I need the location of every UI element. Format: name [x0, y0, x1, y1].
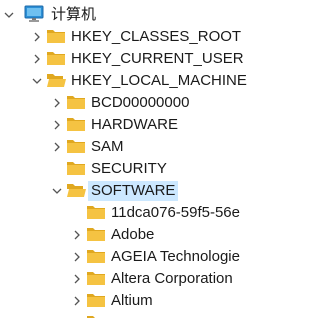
folder-icon: [87, 228, 105, 241]
tree-item-hkey-local-machine[interactable]: HKEY_LOCAL_MACHINE: [0, 70, 261, 92]
tree-item-sam[interactable]: SAM: [0, 136, 261, 158]
tree-item-security[interactable]: SECURITY: [0, 158, 261, 180]
tree-item-hkey-classes-root[interactable]: HKEY_CLASSES_ROOT: [0, 26, 261, 48]
chevron-right-icon[interactable]: [72, 296, 82, 306]
chevron-right-icon[interactable]: [52, 98, 62, 108]
folder-icon: [87, 272, 105, 285]
folder-icon: [67, 140, 85, 153]
tree-item-computer[interactable]: 计算机: [0, 4, 261, 26]
tree-item-hardware[interactable]: HARDWARE: [0, 114, 261, 136]
tree-item-software[interactable]: SOFTWARE: [0, 180, 261, 202]
tree-label: HKEY_LOCAL_MACHINE: [71, 72, 247, 89]
folder-open-icon: [47, 74, 66, 87]
folder-icon: [67, 96, 85, 109]
folder-icon: [47, 30, 65, 43]
tree-item-bcd00000000[interactable]: BCD00000000: [0, 92, 261, 114]
chevron-right-icon[interactable]: [72, 274, 82, 284]
chevron-right-icon[interactable]: [52, 120, 62, 130]
folder-icon: [87, 294, 105, 307]
folder-icon: [47, 52, 65, 65]
tree-label: 11dca076-59f5-56e: [111, 204, 240, 221]
tree-label: Altera Corporation: [111, 270, 233, 287]
chevron-right-icon[interactable]: [52, 142, 62, 152]
registry-tree: 计算机 HKEY_CLASSES_ROOT HKEY_CURRENT_USER: [0, 0, 261, 318]
tree-label: HKEY_CLASSES_ROOT: [71, 28, 242, 45]
chevron-right-icon[interactable]: [72, 252, 82, 262]
tree-item-adobe[interactable]: Adobe: [0, 224, 261, 246]
tree-label-selected: SOFTWARE: [88, 181, 179, 201]
tree-label: SECURITY: [91, 160, 167, 177]
chevron-right-icon[interactable]: [32, 32, 42, 42]
tree-label: BCD00000000: [91, 94, 190, 111]
tree-label: AGEIA Technologie: [111, 248, 240, 265]
folder-icon: [87, 206, 105, 219]
tree-label: HARDWARE: [91, 116, 178, 133]
chevron-right-icon[interactable]: [72, 230, 82, 240]
tree-item-partial: [0, 312, 261, 318]
chevron-down-icon[interactable]: [52, 186, 62, 196]
tree-item-11dca076[interactable]: 11dca076-59f5-56e: [0, 202, 261, 224]
tree-label: Adobe: [111, 226, 155, 243]
folder-icon: [87, 250, 105, 263]
tree-item-altium[interactable]: Altium: [0, 290, 261, 312]
folder-icon: [87, 316, 105, 318]
tree-label: HKEY_CURRENT_USER: [71, 50, 244, 67]
chevron-down-icon[interactable]: [4, 10, 14, 20]
folder-icon: [67, 162, 85, 175]
tree-label: SAM: [91, 138, 124, 155]
folder-open-icon: [67, 184, 86, 197]
folder-icon: [67, 118, 85, 131]
tree-item-hkey-current-user[interactable]: HKEY_CURRENT_USER: [0, 48, 261, 70]
tree-label: 计算机: [51, 6, 97, 23]
tree-label: Altium: [111, 292, 153, 309]
chevron-down-icon[interactable]: [32, 76, 42, 86]
tree-item-altera-corporation[interactable]: Altera Corporation: [0, 268, 261, 290]
computer-icon: [24, 5, 44, 22]
tree-item-ageia-technologies[interactable]: AGEIA Technologie: [0, 246, 261, 268]
chevron-right-icon[interactable]: [32, 54, 42, 64]
